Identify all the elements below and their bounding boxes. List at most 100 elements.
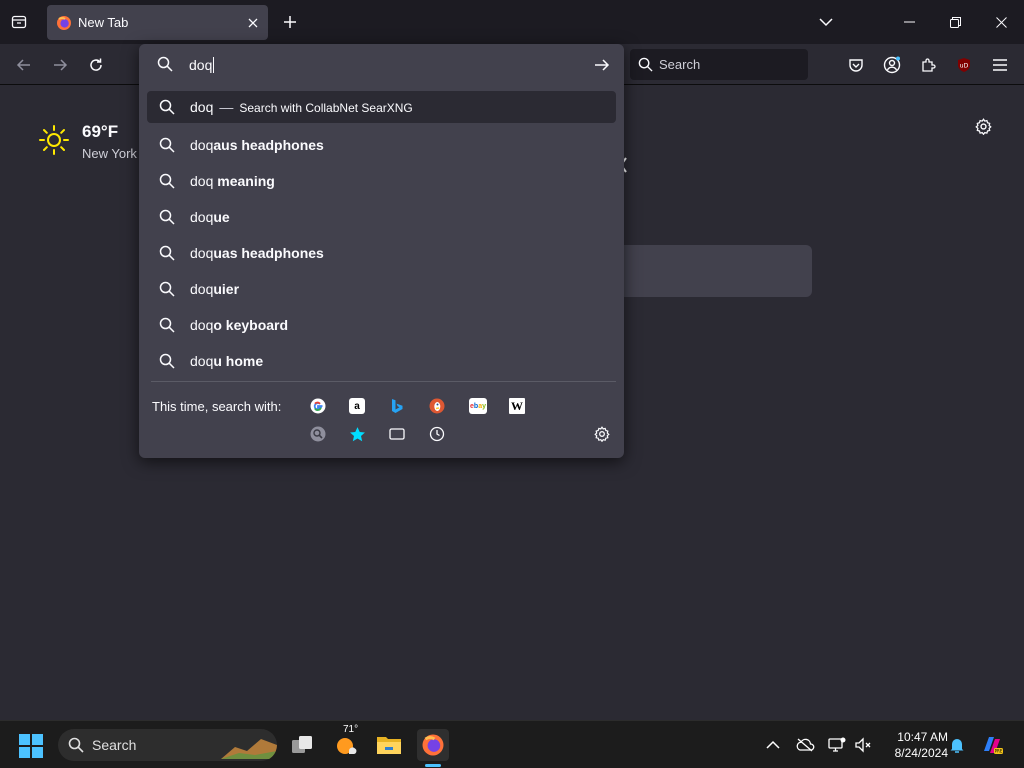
weather-temperature: 69°F xyxy=(82,122,119,141)
result-suggestion[interactable]: doq meaning xyxy=(147,163,616,199)
search-icon xyxy=(159,173,175,189)
onedrive-button[interactable] xyxy=(789,729,821,761)
volume-button[interactable] xyxy=(847,729,879,761)
searxng-icon xyxy=(310,426,326,442)
extensions-button[interactable] xyxy=(915,52,941,78)
oneoff-ebay-button[interactable]: ebay xyxy=(467,395,489,417)
wikipedia-icon: W xyxy=(509,398,525,414)
oneoff-google-button[interactable] xyxy=(307,395,329,417)
search-icon xyxy=(159,353,175,369)
ublock-origin-button[interactable]: uD xyxy=(951,52,977,78)
chevron-down-icon xyxy=(819,18,833,27)
search-icon xyxy=(157,56,173,72)
oneoff-duckduckgo-button[interactable] xyxy=(426,395,448,417)
start-button[interactable] xyxy=(19,734,43,758)
arrow-right-icon xyxy=(54,59,68,71)
taskbar-search-label: Search xyxy=(92,737,137,753)
tab-strip: New Tab xyxy=(0,0,1024,44)
oneoff-history-button[interactable] xyxy=(426,423,448,445)
windows-logo-tile xyxy=(19,747,30,758)
result-completion: meaning xyxy=(213,173,275,189)
result-suggestion[interactable]: doqaus headphones xyxy=(147,127,616,163)
oneoff-bing-button[interactable] xyxy=(386,395,408,417)
copilot-button[interactable]: PRE xyxy=(976,729,1008,761)
task-view-button[interactable] xyxy=(286,729,318,761)
toolbar-search-input[interactable]: Search xyxy=(630,49,808,80)
windows-taskbar: Search 71° 10:47 AM 8/24/2024 PRE xyxy=(0,720,1024,768)
search-icon xyxy=(159,137,175,153)
search-icon xyxy=(159,245,175,261)
account-button[interactable] xyxy=(879,52,905,78)
tab-title: New Tab xyxy=(78,15,129,30)
minimize-icon xyxy=(903,21,915,23)
oneoff-search-label: This time, search with: xyxy=(152,399,282,414)
result-suggestion[interactable]: doqo keyboard xyxy=(147,307,616,343)
close-window-button[interactable] xyxy=(978,6,1024,38)
oneoff-bookmarks-button[interactable] xyxy=(346,423,368,445)
close-tab-button[interactable] xyxy=(242,12,264,34)
weather-widget[interactable]: 69°F New York xyxy=(38,122,137,161)
gear-icon xyxy=(974,117,992,135)
oneoff-searxng-button[interactable] xyxy=(307,423,329,445)
search-icon xyxy=(638,57,653,72)
result-typed: doq xyxy=(190,173,214,189)
search-icon xyxy=(159,209,175,225)
firefox-logo-icon xyxy=(57,15,71,30)
tab-new-tab[interactable]: New Tab xyxy=(47,5,268,40)
speaker-muted-icon xyxy=(855,737,871,753)
oneoff-wikipedia-button[interactable]: W xyxy=(506,395,528,417)
clock-time: 10:47 AM xyxy=(897,730,948,744)
file-explorer-button[interactable] xyxy=(373,729,405,761)
show-hidden-icons-button[interactable] xyxy=(757,729,789,761)
taskbar-weather-temp: 71° xyxy=(343,724,359,735)
svg-text:uD: uD xyxy=(960,63,969,70)
windows-logo-tile xyxy=(32,747,43,758)
folder-icon xyxy=(377,737,401,754)
tab-icon xyxy=(389,428,405,440)
result-typed: doq xyxy=(190,317,214,333)
hamburger-menu-icon xyxy=(993,59,1007,71)
result-search-engine[interactable]: doq — Search with CollabNet SearXNG xyxy=(147,91,616,123)
taskbar-search[interactable]: Search xyxy=(58,729,277,761)
ebay-icon: ebay xyxy=(469,398,487,414)
result-suggestion[interactable]: doque xyxy=(147,199,616,235)
oneoff-amazon-button[interactable]: a xyxy=(346,395,368,417)
app-menu-button[interactable] xyxy=(987,52,1013,78)
list-all-tabs-button[interactable] xyxy=(815,11,837,33)
firefox-view-button[interactable] xyxy=(8,11,30,33)
windows-logo-tile xyxy=(19,734,30,745)
notifications-button[interactable] xyxy=(941,729,973,761)
reload-icon xyxy=(90,58,102,71)
urlbar-dropdown: doq doq — Search with CollabNet SearXNG do… xyxy=(139,44,624,458)
forward-button[interactable] xyxy=(47,52,73,78)
result-suggestion[interactable]: doqu home xyxy=(147,343,616,379)
result-suggestion[interactable]: doquier xyxy=(147,271,616,307)
result-typed: doq xyxy=(190,281,214,297)
result-text: doque xyxy=(190,209,230,225)
close-icon xyxy=(248,18,258,27)
restore-button[interactable] xyxy=(932,6,978,38)
personalize-button[interactable] xyxy=(972,115,994,137)
go-button[interactable] xyxy=(591,54,613,76)
task-view-icon xyxy=(292,736,312,753)
weather-location: New York xyxy=(82,146,137,161)
weather-sun-cloud-icon xyxy=(337,738,357,754)
result-text: doq meaning xyxy=(190,173,275,189)
urlbar-input-row[interactable]: doq xyxy=(139,44,624,84)
minimize-button[interactable] xyxy=(886,6,932,38)
bell-icon xyxy=(950,739,964,753)
firefox-view-icon xyxy=(11,15,27,29)
search-settings-button[interactable] xyxy=(591,423,613,445)
reload-button[interactable] xyxy=(83,52,109,78)
result-suggestion[interactable]: doquas headphones xyxy=(147,235,616,271)
urlbar-input[interactable]: doq xyxy=(189,54,579,76)
new-tab-button[interactable] xyxy=(279,11,301,33)
back-button[interactable] xyxy=(11,52,37,78)
taskbar-clock[interactable]: 10:47 AM 8/24/2024 xyxy=(878,729,948,761)
result-completion: aus headphones xyxy=(213,137,324,153)
newtab-search-bar[interactable] xyxy=(600,245,812,297)
sun-icon xyxy=(39,125,69,155)
oneoff-tabs-button[interactable] xyxy=(386,423,408,445)
pocket-button[interactable] xyxy=(843,52,869,78)
taskbar-firefox-button[interactable] xyxy=(417,729,449,761)
